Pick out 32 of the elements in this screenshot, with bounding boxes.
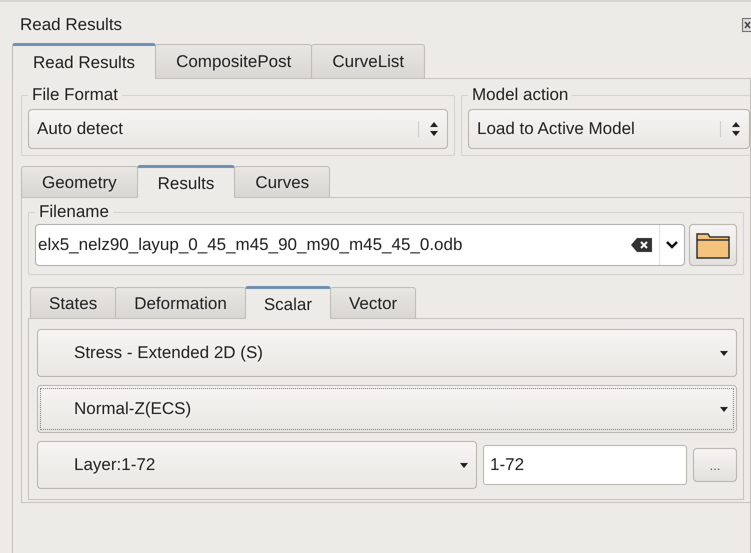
tab[interactable]: Results [136,165,236,198]
layer-range-field[interactable]: 1-72 [483,445,687,485]
layer-select[interactable]: Layer:1-72 [37,441,477,489]
file-format-select[interactable]: Auto detect [28,109,448,149]
clear-icon[interactable] [631,237,653,253]
dropdown-arrow-icon [720,350,728,356]
more-button[interactable]: ... [693,448,737,482]
tab[interactable]: States [30,287,116,318]
dropdown-arrow-icon [460,462,468,468]
tab[interactable]: Geometry [21,166,138,197]
group-label: File Format [31,85,119,105]
tab[interactable]: CompositePost [155,44,312,78]
tab[interactable]: Curves [234,166,330,197]
result-variable-select[interactable]: Stress - Extended 2D (S) [37,329,737,377]
group-label: Model action [471,85,570,105]
filename-field[interactable]: elx5_nelz90_layup_0_45_m45_90_m90_m45_45_0.odb [35,224,685,266]
dropdown-arrow-icon [720,406,728,412]
tab[interactable]: Read Results [12,43,156,79]
up-down-arrows-icon [720,121,741,137]
tab[interactable]: Deformation [115,287,246,318]
close-icon[interactable] [742,18,751,32]
group-label: Filename [38,202,110,222]
component-select[interactable]: Normal-Z(ECS) [37,385,737,433]
tab[interactable]: CurveList [311,44,426,78]
browse-folder-button[interactable] [689,224,737,266]
window-title: Read Results [20,15,122,35]
tab[interactable]: Scalar [244,286,331,319]
chevron-down-icon [666,241,678,249]
up-down-arrows-icon [418,121,439,137]
folder-icon [696,231,730,259]
model-action-select[interactable]: Load to Active Model [468,109,750,149]
tab[interactable]: Vector [330,287,416,318]
